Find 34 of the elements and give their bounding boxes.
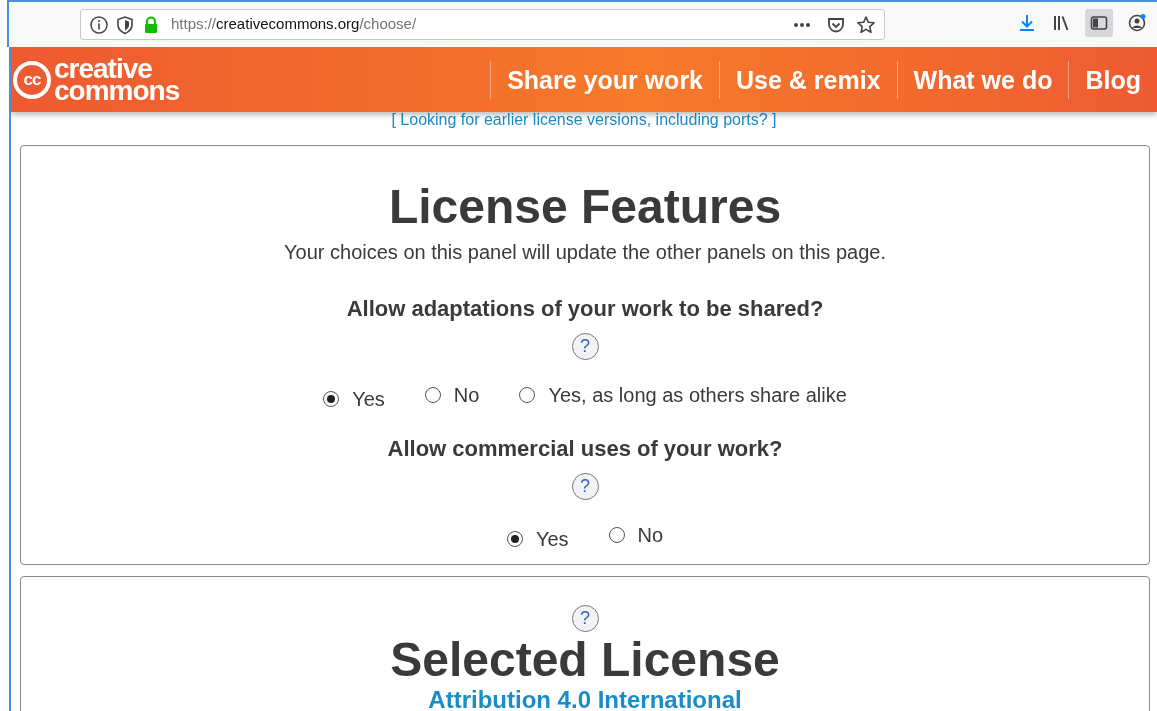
sidebar-button[interactable] [1085,9,1113,37]
license-link[interactable]: Attribution 4.0 International [428,688,742,711]
help-button[interactable]: ? [571,333,599,360]
url-text: https://creativecommons.org/choose/ [171,14,417,35]
question-text: Allow adaptations of your work to be shared? [345,295,825,323]
radio-button[interactable] [323,391,340,407]
download-icon[interactable] [1017,13,1037,33]
radio-button[interactable] [424,387,441,403]
panel-description: Your choices on this panel will update the other panels on this page. [283,240,887,265]
help-button[interactable]: ? [571,605,599,632]
question-text: Allow commercial uses of your work? [386,435,784,463]
help-button[interactable]: ? [571,473,599,500]
panel-title: License Features [387,183,783,231]
nav-link[interactable]: Share your work [490,60,720,99]
star-icon[interactable] [856,14,876,35]
option-label: Yes, as long as others share alike [548,383,847,408]
account-icon[interactable] [1127,13,1147,33]
radio-button[interactable] [608,527,625,543]
shield-icon[interactable] [115,14,135,35]
radio-button[interactable] [519,387,536,403]
option-label: Yes [535,527,569,552]
option-label: No [453,383,480,408]
nav-link[interactable]: What we do [896,60,1069,99]
library-icon[interactable] [1051,13,1071,33]
option-label: No [637,523,664,548]
info-icon[interactable] [89,14,109,35]
earlier-versions-link[interactable]: [ Looking for earlier license versions, including ports? ] [391,111,777,128]
nav-link[interactable]: Use & remix [719,60,897,99]
sidebar-icon [1089,13,1109,33]
address-bar[interactable]: https://creativecommons.org/choose/ [80,9,885,40]
radio-button[interactable] [506,531,523,547]
nav-link[interactable]: Blog [1068,60,1157,99]
option-label: Yes [352,387,385,412]
panel-title: Selected License [389,636,781,684]
